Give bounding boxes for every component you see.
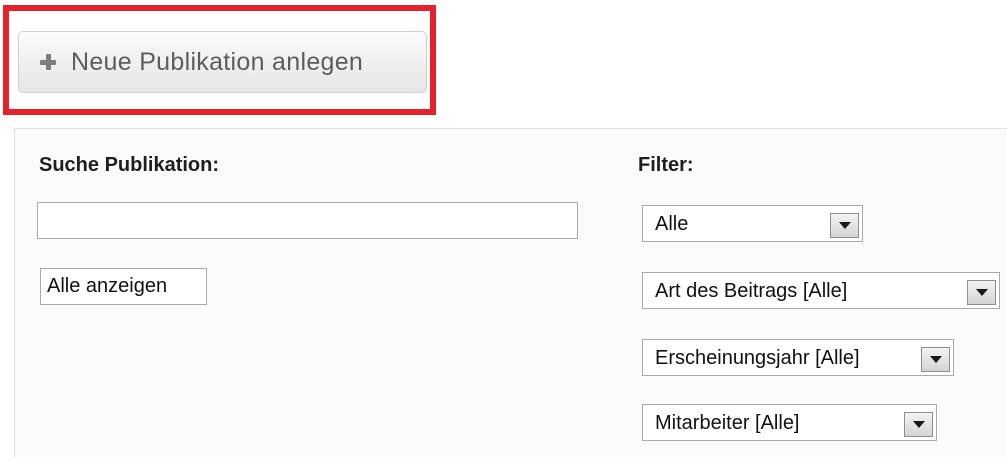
new-publication-label: Neue Publikation anlegen: [71, 47, 364, 76]
filter-select-article-type[interactable]: Art des Beitrags [Alle]: [642, 272, 1000, 309]
chevron-down-icon[interactable]: [967, 280, 996, 305]
filter-select-value: Mitarbeiter [Alle]: [655, 412, 800, 434]
search-heading: Suche Publikation:: [39, 154, 220, 176]
show-all-button[interactable]: Alle anzeigen: [40, 268, 207, 305]
filter-select-value: Alle: [655, 213, 689, 235]
filter-select-status[interactable]: Alle: [642, 205, 863, 242]
search-input[interactable]: [37, 202, 578, 239]
filter-heading: Filter:: [638, 154, 694, 176]
chevron-down-icon[interactable]: [904, 412, 933, 437]
filter-select-staff[interactable]: Mitarbeiter [Alle]: [642, 404, 937, 441]
new-publication-button[interactable]: Neue Publikation anlegen: [18, 31, 427, 93]
chevron-down-icon[interactable]: [830, 213, 859, 238]
publication-page: Neue Publikation anlegen Suche Publikati…: [0, 0, 1007, 457]
filter-select-value: Erscheinungsjahr [Alle]: [655, 347, 860, 369]
filter-select-year[interactable]: Erscheinungsjahr [Alle]: [642, 339, 954, 376]
chevron-down-icon[interactable]: [921, 347, 950, 372]
plus-icon: [39, 53, 57, 71]
filter-select-value: Art des Beitrags [Alle]: [655, 280, 848, 302]
